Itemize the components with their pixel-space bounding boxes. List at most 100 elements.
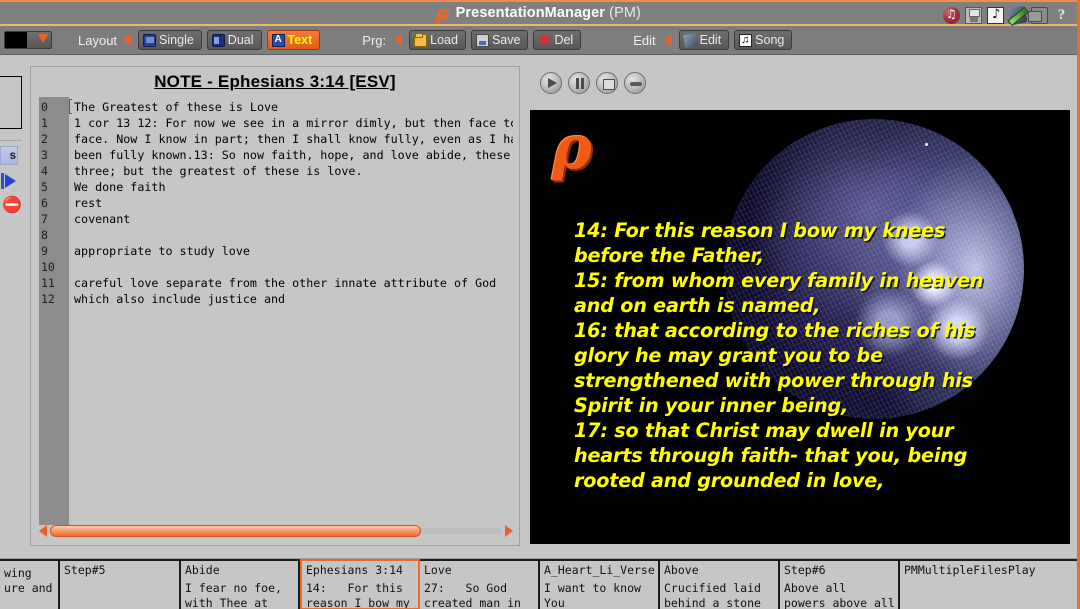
song-button[interactable]: Song	[734, 30, 793, 50]
card-body: 27: So God created man in	[424, 581, 521, 609]
chevron-down-icon	[38, 34, 48, 43]
list-item-selected[interactable]: Ephesians 3:14 14: For this reason I bow…	[300, 559, 420, 609]
divider	[0, 140, 22, 141]
mute-icon[interactable]: ⛔	[2, 197, 22, 213]
note-title: NOTE - Ephesians 3:14 [ESV]	[154, 72, 396, 91]
layout-prev-arrow-icon[interactable]	[123, 34, 132, 46]
card-title: Step#5	[64, 563, 106, 577]
card-body: I want to know You	[544, 581, 641, 609]
list-item[interactable]: Love 27: So God created man in	[420, 559, 540, 609]
window-title: PresentationManager (PM)	[456, 5, 641, 21]
note-line: covenant	[74, 212, 131, 226]
card-body: Crucified laid behind a stone	[664, 581, 761, 609]
music-note-icon	[739, 32, 753, 48]
line-number-gutter: 0 1 2 3 4 5 6 7 8 9 10 11 12	[39, 97, 69, 525]
edit-button[interactable]: Edit	[678, 30, 730, 50]
preview-transport-toolbar	[528, 66, 1073, 100]
note-editor-panel: NOTE - Ephesians 3:14 [ESV] 0 1 2 3 4 5 …	[30, 66, 520, 546]
editor-body: 0 1 2 3 4 5 6 7 8 9 10 11 12 The Greates…	[39, 97, 513, 525]
note-line: been fully known.13: So now faith, hope,…	[74, 148, 511, 162]
line-number: 5	[41, 180, 48, 194]
next-arrow-row[interactable]	[0, 169, 22, 193]
audio-ball-icon[interactable]	[943, 6, 960, 24]
scroll-right-arrow-icon[interactable]	[505, 525, 513, 537]
prg-label: Prg:	[362, 32, 387, 48]
slide-text: 14: For this reason I bow my knees befor…	[574, 219, 984, 492]
list-item[interactable]: wing ure and	[0, 559, 60, 609]
card-title: Above	[664, 563, 699, 577]
floppy-save-icon[interactable]	[965, 6, 982, 24]
prg-save-button[interactable]: Save	[470, 30, 529, 50]
editor-horizontal-scrollbar[interactable]	[39, 523, 513, 539]
music-doc-icon[interactable]	[987, 6, 1004, 24]
pen-edit-icon[interactable]	[1007, 4, 1028, 26]
line-number: 8	[41, 228, 48, 242]
line-number: 1	[41, 116, 48, 130]
card-title: Love	[424, 563, 452, 577]
list-item[interactable]: Step#5	[60, 559, 181, 609]
preview-panel: ρ 14: For this reason I bow my knees bef…	[528, 66, 1073, 546]
thumbnail-box[interactable]	[0, 76, 22, 129]
help-icon[interactable]: ?	[1053, 7, 1070, 24]
edit-prev-arrow-icon[interactable]	[663, 34, 672, 46]
color-swatch-dropdown[interactable]	[4, 31, 52, 49]
list-item[interactable]: Above Crucified laid behind a stone	[660, 559, 780, 609]
layout-dual-button[interactable]: Dual	[206, 30, 262, 50]
text-caret	[69, 99, 72, 114]
scroll-left-arrow-icon[interactable]	[39, 525, 47, 537]
card-title: PMMultipleFilesPlay	[904, 563, 1036, 577]
note-line: appropriate to study love	[74, 244, 250, 258]
arrow-stem	[1, 173, 4, 189]
note-line: rest	[74, 196, 103, 210]
note-line: which also include justice and	[74, 292, 286, 306]
left-side-panel: s ⛔	[0, 56, 22, 544]
edit-label: Edit	[633, 32, 656, 48]
slide-preview[interactable]: ρ 14: For this reason I bow my knees bef…	[530, 110, 1070, 544]
pause-button[interactable]	[568, 72, 590, 94]
list-item[interactable]: Abide I fear no foe, with Thee at	[181, 559, 300, 609]
line-number: 12	[41, 292, 55, 306]
scroll-thumb[interactable]	[50, 525, 421, 537]
disk-icon	[475, 33, 489, 47]
line-number: 2	[41, 132, 48, 146]
note-line	[74, 259, 513, 275]
main-toolbar: Layout Single Dual Text Prg: Load Save ✖…	[0, 26, 1077, 55]
slide-logo-icon: ρ	[552, 113, 592, 183]
prg-load-button[interactable]: Load	[409, 30, 466, 50]
panel-seam	[0, 548, 1077, 558]
note-text-area[interactable]: The Greatest of these is Love 1 cor 13 1…	[69, 97, 513, 525]
line-number: 11	[41, 276, 55, 290]
left-panel-item[interactable]: s	[0, 146, 18, 165]
close-icon: ✖	[539, 31, 551, 48]
line-number: 9	[41, 244, 48, 258]
note-line: face. Now I know in part; then I shall k…	[74, 132, 513, 146]
app-name-text: PresentationManager	[455, 5, 606, 21]
text-mode-icon	[271, 32, 285, 48]
layout-label: Layout	[78, 32, 118, 48]
blank-button[interactable]	[624, 72, 646, 94]
note-line: three; but the greatest of these is love…	[74, 164, 363, 178]
layout-text-button[interactable]: Text	[266, 30, 321, 50]
note-line	[74, 227, 513, 243]
star-dot-icon	[925, 143, 928, 146]
list-item[interactable]: PMMultipleFilesPlay	[900, 559, 1060, 609]
screens-icon[interactable]	[1028, 6, 1048, 24]
pen-icon	[682, 32, 698, 48]
prg-delete-button[interactable]: ✖ Del	[533, 30, 582, 50]
list-item[interactable]: A_Heart_Li_Verse_2 I want to know You	[540, 559, 660, 609]
card-title: Step#6	[784, 563, 826, 577]
card-title: Ephesians 3:14	[306, 563, 403, 577]
folder-open-icon	[414, 32, 428, 47]
scroll-track[interactable]	[50, 525, 502, 537]
line-number: 4	[41, 164, 48, 178]
prg-prev-arrow-icon[interactable]	[394, 34, 403, 46]
list-item[interactable]: Step#6 Above all powers above all	[780, 559, 900, 609]
layout-single-button[interactable]: Single	[138, 30, 202, 50]
play-button[interactable]	[540, 72, 562, 94]
stop-button[interactable]	[596, 72, 618, 94]
monitor-single-icon	[143, 33, 157, 47]
slide-card-strip[interactable]: wing ure and Step#5 Abide I fear no foe,…	[0, 558, 1077, 609]
app-abbrev-text: (PM)	[609, 5, 641, 21]
card-body: wing ure and	[4, 566, 53, 595]
title-bar-icons: ?	[943, 2, 1070, 28]
